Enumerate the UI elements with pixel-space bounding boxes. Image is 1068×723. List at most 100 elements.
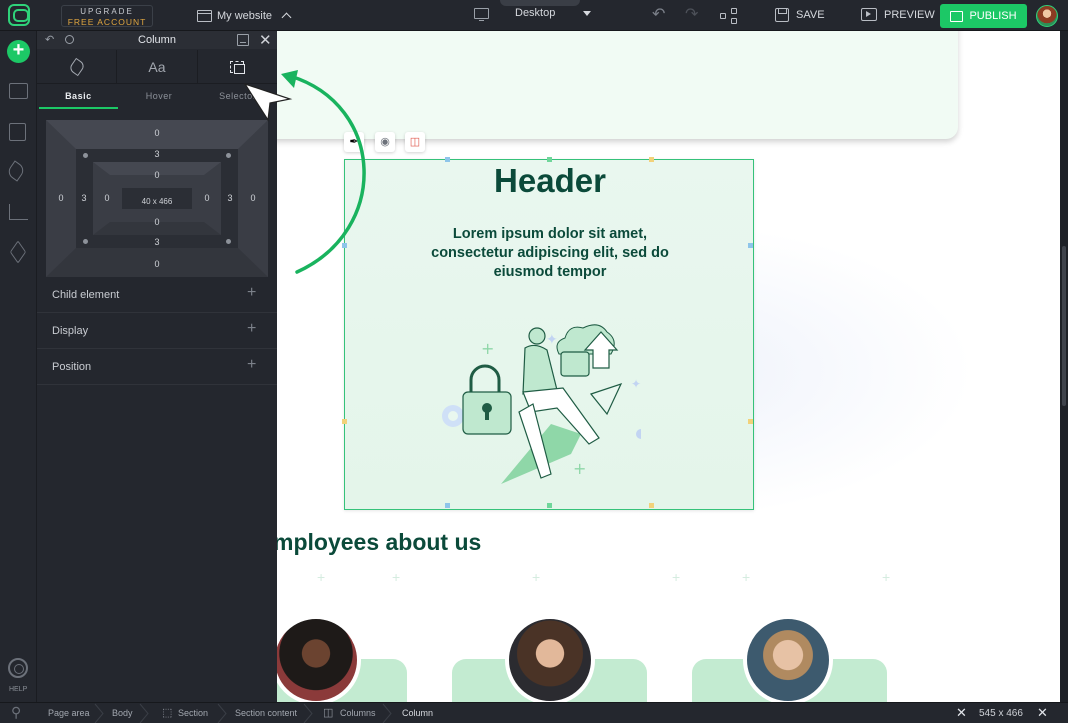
tab-style[interactable] — [37, 50, 118, 83]
svg-text:✦: ✦ — [546, 332, 558, 348]
user-avatar[interactable] — [1036, 5, 1058, 27]
pages-icon[interactable] — [9, 83, 28, 99]
svg-text:✦: ✦ — [631, 377, 641, 391]
floppy-disk-icon — [775, 8, 789, 22]
close-icon[interactable]: ✕ — [956, 705, 967, 721]
canvas-scrollbar[interactable] — [1060, 31, 1068, 702]
padding-left-value[interactable]: 0 — [97, 193, 117, 203]
plus-decoration: + — [317, 569, 326, 585]
corner-radius-handle[interactable] — [83, 239, 88, 244]
preview-label: PREVIEW — [884, 8, 935, 21]
brush-icon — [67, 57, 86, 76]
browser-window-icon — [197, 10, 212, 22]
tab-selection[interactable] — [198, 50, 277, 83]
resize-handle[interactable] — [342, 419, 347, 424]
section-label: Display — [52, 325, 89, 337]
subtab-hover[interactable]: Hover — [120, 85, 199, 109]
border-top-value[interactable]: 3 — [147, 149, 167, 159]
free-account-label: FREE ACCOUNT — [67, 17, 147, 27]
save-button[interactable]: SAVE — [775, 8, 825, 22]
section-child-element[interactable]: Child element + — [37, 277, 277, 313]
upgrade-button[interactable]: UPGRADE FREE ACCOUNT — [61, 5, 153, 27]
padding-right-value[interactable]: 0 — [197, 193, 217, 203]
security-illustration: + ✦ ✦ + — [442, 324, 641, 484]
subtab-selector[interactable]: Selector — [198, 85, 277, 109]
canvas-pull-tab[interactable] — [500, 0, 580, 6]
padding-top-value[interactable]: 0 — [147, 170, 167, 180]
layers-icon[interactable] — [9, 240, 27, 264]
logo-icon[interactable] — [8, 4, 30, 26]
analytics-icon[interactable] — [9, 204, 28, 220]
close-icon[interactable]: ✕ — [259, 31, 272, 49]
panel-tabs: Aa — [37, 50, 277, 84]
plus-decoration: + — [532, 569, 541, 585]
section-position[interactable]: Position + — [37, 349, 277, 385]
resize-handle[interactable] — [649, 503, 654, 508]
margin-top-value[interactable]: 0 — [147, 128, 167, 138]
upgrade-label: UPGRADE — [80, 7, 134, 16]
plus-decoration: + — [392, 569, 401, 585]
border-left-value[interactable]: 3 — [74, 193, 94, 203]
page-canvas[interactable]: ✒ ◉ ◫ Header Lorem ipsum dolor sit amet,… — [277, 31, 1060, 702]
margin-right-value[interactable]: 0 — [243, 193, 263, 203]
edit-icon[interactable] — [9, 123, 26, 141]
editor-app: UPGRADE FREE ACCOUNT My website Desktop … — [0, 0, 1068, 723]
chevron-up-icon — [281, 12, 292, 23]
resize-handle[interactable] — [748, 419, 753, 424]
help-label: HELP — [9, 686, 28, 693]
box-model-editor: 0 0 0 0 3 3 3 3 0 0 0 0 40 x 466 — [46, 120, 268, 277]
padding-bottom-value[interactable]: 0 — [147, 217, 167, 227]
employees-heading[interactable]: mployees about us — [277, 529, 481, 556]
resize-handle[interactable] — [342, 243, 347, 248]
column-paragraph[interactable]: Lorem ipsum dolor sit amet, consectetur … — [425, 225, 675, 282]
testimonial-avatar — [277, 615, 361, 702]
resize-handle[interactable] — [445, 503, 450, 508]
panel-header: ↶ Column ✕ — [37, 31, 277, 49]
border-bottom-value[interactable]: 3 — [147, 237, 167, 247]
section-label: Position — [52, 361, 92, 373]
undo-icon[interactable]: ↶ — [652, 7, 670, 23]
resize-handle[interactable] — [445, 157, 450, 162]
section-display[interactable]: Display + — [37, 313, 277, 349]
corner-radius-handle[interactable] — [83, 153, 88, 158]
website-selector[interactable]: My website — [197, 8, 292, 24]
help-icon[interactable] — [8, 658, 28, 678]
add-element-button[interactable]: + — [7, 40, 30, 63]
minimize-icon[interactable] — [237, 34, 249, 46]
properties-panel: ↶ Column ✕ Aa Basic Hover Selector 0 0 0… — [37, 31, 277, 702]
publish-icon — [950, 10, 964, 22]
resize-handle[interactable] — [748, 243, 753, 248]
upper-section-card[interactable] — [277, 31, 958, 139]
tab-typography[interactable]: Aa — [117, 50, 198, 83]
hide-eye-icon[interactable]: ◉ — [375, 132, 395, 152]
plus-decoration: + — [742, 569, 751, 585]
publish-button[interactable]: PUBLISH — [940, 4, 1027, 28]
resize-handle[interactable] — [547, 503, 552, 508]
edit-style-icon[interactable]: ✒ — [344, 132, 364, 152]
preview-button[interactable]: PREVIEW — [861, 8, 935, 21]
resize-handle[interactable] — [649, 157, 654, 162]
plus-decoration: + — [672, 569, 681, 585]
device-selector[interactable]: Desktop — [474, 7, 592, 21]
scrollbar-thumb[interactable] — [1062, 246, 1066, 406]
close-icon[interactable]: ✕ — [1037, 705, 1048, 721]
subtab-basic[interactable]: Basic — [39, 85, 118, 109]
redo-icon[interactable]: ↷ — [685, 7, 703, 23]
resize-handle[interactable] — [547, 157, 552, 162]
margin-bottom-value[interactable]: 0 — [147, 259, 167, 269]
plus-icon: + — [247, 320, 257, 337]
margin-left-value[interactable]: 0 — [51, 193, 71, 203]
delete-trash-icon[interactable]: ◫ — [405, 132, 425, 152]
typography-label: Aa — [148, 58, 166, 75]
website-name: My website — [217, 10, 273, 22]
testimonial-avatar — [505, 615, 595, 702]
corner-radius-handle[interactable] — [226, 239, 231, 244]
brush-icon[interactable] — [5, 160, 27, 182]
selected-column[interactable]: Header Lorem ipsum dolor sit amet, conse… — [342, 157, 755, 510]
corner-radius-handle[interactable] — [226, 153, 231, 158]
column-header[interactable]: Header — [345, 162, 755, 200]
sitemap-icon[interactable] — [720, 8, 740, 24]
save-label: SAVE — [796, 9, 825, 21]
left-rail: + HELP — [0, 31, 37, 723]
border-right-value[interactable]: 3 — [220, 193, 240, 203]
